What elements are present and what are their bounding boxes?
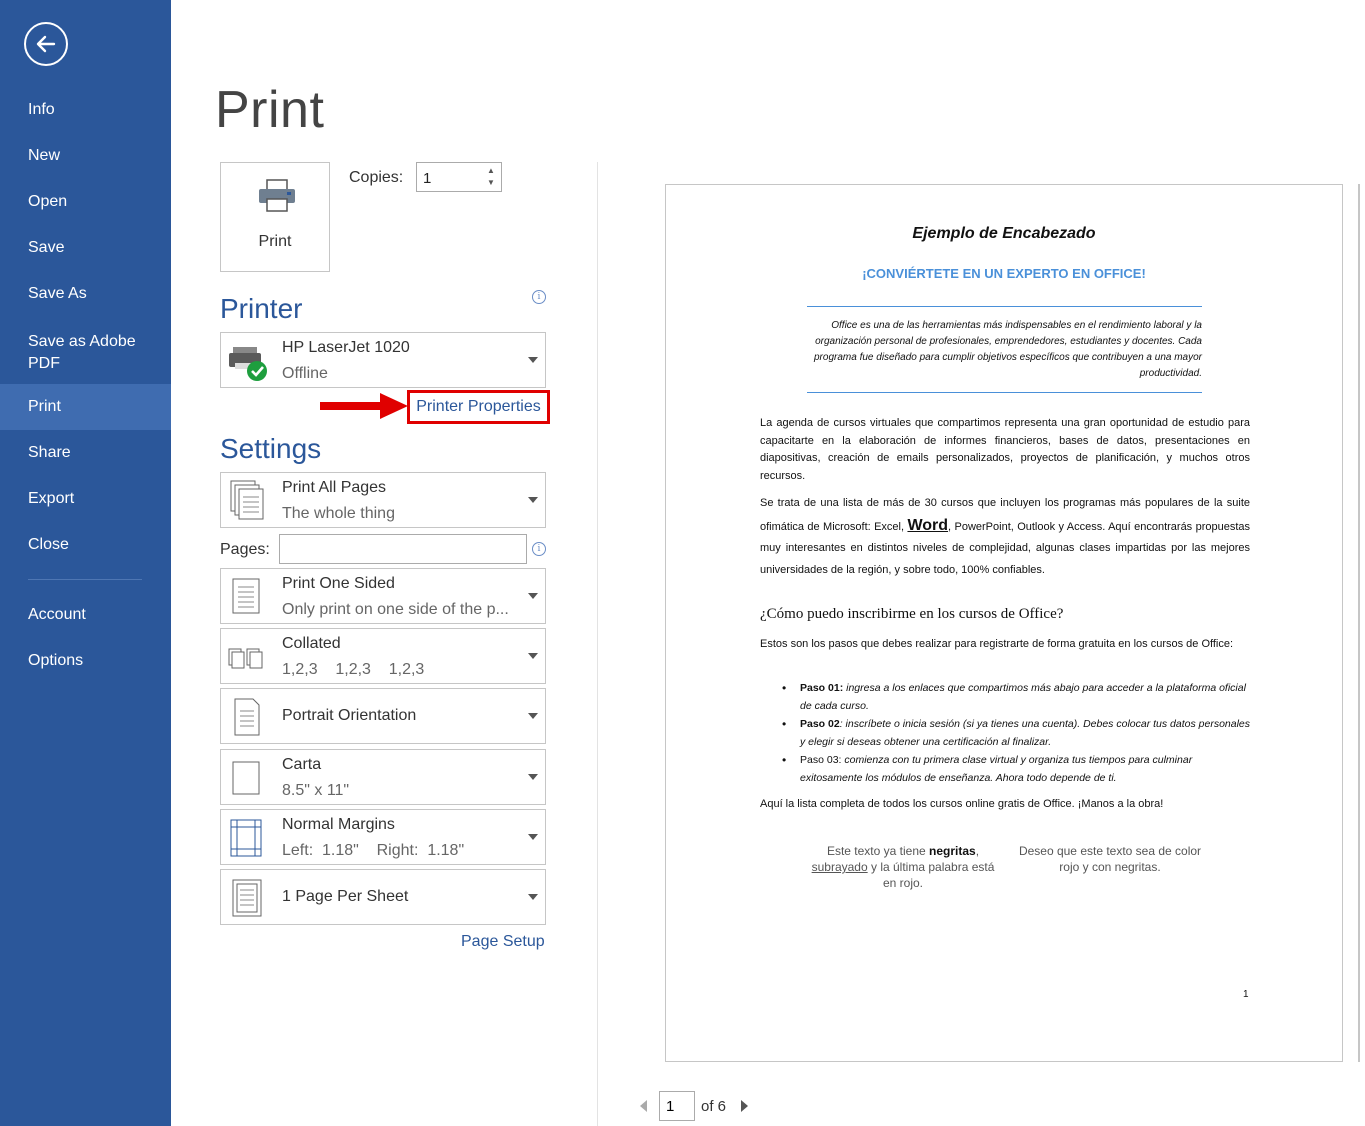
preview-closing: Aquí la lista completa de todos los curs…: [760, 798, 1164, 810]
preview-paragraph-1: La agenda de cursos virtuales que compar…: [760, 417, 1250, 482]
portrait-page-icon: [234, 698, 260, 736]
page-number-input[interactable]: [659, 1091, 695, 1121]
margins-dropdown[interactable]: Normal Margins Left: 1.18" Right: 1.18": [220, 809, 546, 865]
back-arrow-icon: [36, 35, 56, 53]
preview-heading: Ejemplo de Encabezado: [912, 225, 1096, 242]
nav-close[interactable]: Close: [0, 522, 171, 568]
copies-input[interactable]: [417, 163, 489, 193]
printer-status: Offline: [282, 365, 328, 382]
preview-subheading: ¡CONVIÉRTETE EN UN EXPERTO EN OFFICE!: [862, 266, 1146, 281]
nav-divider: [28, 579, 142, 580]
page-title: Print: [215, 81, 325, 139]
nav-open[interactable]: Open: [0, 179, 171, 225]
margins-icon: [230, 819, 262, 857]
spin-up-icon[interactable]: ▲: [485, 165, 497, 177]
collation-sub: 1,2,3 1,2,3 1,2,3: [282, 661, 425, 678]
paper-size-sub: 8.5" x 11": [282, 782, 350, 799]
list-item: Paso 03: comienza con tu primera clase v…: [782, 751, 1250, 787]
pages-label: Pages:: [220, 541, 270, 558]
print-range-main: Print All Pages: [282, 479, 387, 496]
nav-save-as-adobe-pdf[interactable]: Save as Adobe PDF: [0, 323, 171, 383]
previous-page-icon[interactable]: [640, 1100, 647, 1112]
orientation-main: Portrait Orientation: [282, 707, 417, 724]
pages-stack-icon: [230, 480, 264, 520]
nav-export[interactable]: Export: [0, 476, 171, 522]
preview-column-2: Deseo que este texto sea de color rojo y…: [1018, 844, 1202, 874]
margins-sub: Left: 1.18" Right: 1.18": [282, 842, 465, 859]
pages-input[interactable]: [279, 534, 527, 564]
one-sided-page-icon: [232, 578, 260, 614]
nav-account[interactable]: Account: [0, 592, 171, 638]
print-preview-page: Ejemplo de Encabezado ¡CONVIÉRTETE EN UN…: [665, 184, 1343, 1062]
orientation-dropdown[interactable]: Portrait Orientation: [220, 688, 546, 744]
red-arrow-annotation: [320, 393, 408, 419]
chevron-down-icon: [528, 894, 538, 900]
printer-dropdown[interactable]: HP LaserJet 1020 Offline: [220, 332, 546, 388]
nav-info[interactable]: Info: [0, 87, 171, 133]
preview-rule-bottom: [807, 392, 1202, 393]
back-button[interactable]: [24, 22, 68, 66]
nav-new[interactable]: New: [0, 133, 171, 179]
pages-per-sheet-dropdown[interactable]: 1 Page Per Sheet: [220, 869, 546, 925]
preview-page-number: 1: [1243, 989, 1249, 1000]
nav-print[interactable]: Print: [0, 384, 171, 430]
list-item: Paso 01: ingresa a los enlaces que compa…: [782, 679, 1250, 715]
pages-per-sheet-main: 1 Page Per Sheet: [282, 888, 409, 905]
chevron-down-icon: [528, 653, 538, 659]
panel-divider: [597, 162, 598, 1126]
collation-dropdown[interactable]: Collated 1,2,3 1,2,3 1,2,3: [220, 628, 546, 684]
nav-options[interactable]: Options: [0, 638, 171, 684]
pages-info-icon[interactable]: i: [532, 542, 546, 556]
paper-size-main: Carta: [282, 756, 322, 773]
margins-main: Normal Margins: [282, 816, 395, 833]
chevron-down-icon: [528, 497, 538, 503]
chevron-down-icon: [528, 774, 538, 780]
copies-spin[interactable]: ▲ ▼: [485, 165, 497, 189]
sides-sub: Only print on one side of the p...: [282, 601, 509, 618]
print-range-dropdown[interactable]: Print All Pages The whole thing: [220, 472, 546, 528]
preview-question-heading: ¿Cómo puedo inscribirme en los cursos de…: [760, 606, 1064, 622]
nav-share[interactable]: Share: [0, 430, 171, 476]
preview-steps-intro: Estos son los pasos que debes realizar p…: [760, 638, 1234, 650]
preview-paragraph-2: Se trata de una lista de más de 30 curso…: [760, 493, 1250, 581]
nav-save[interactable]: Save: [0, 225, 171, 271]
chevron-down-icon: [528, 357, 538, 363]
sides-main: Print One Sided: [282, 575, 395, 592]
list-item: Paso 02: inscríbete o inicia sesión (si …: [782, 715, 1250, 751]
page-setup-link[interactable]: Page Setup: [461, 933, 545, 951]
paper-size-dropdown[interactable]: Carta 8.5" x 11": [220, 749, 546, 805]
printer-name: HP LaserJet 1020: [282, 339, 410, 356]
printer-section-title: Printer: [220, 293, 303, 324]
copies-stepper[interactable]: ▲ ▼: [416, 162, 502, 193]
nav-save-as[interactable]: Save As: [0, 271, 171, 317]
print-button[interactable]: Print: [220, 162, 330, 272]
print-range-sub: The whole thing: [282, 505, 395, 522]
next-page-icon[interactable]: [741, 1100, 748, 1112]
preview-steps-list: Paso 01: ingresa a los enlaces que compa…: [782, 679, 1250, 787]
printer-properties-link[interactable]: Printer Properties: [407, 390, 550, 424]
printer-icon: [259, 179, 295, 212]
copies-label: Copies:: [349, 169, 404, 186]
page-count: of 6: [701, 1098, 727, 1115]
chevron-down-icon: [528, 834, 538, 840]
collation-main: Collated: [282, 635, 341, 652]
backstage-nav: Info New Open Save Save As Save as Adobe…: [0, 0, 171, 1126]
printer-status-icon: [229, 347, 267, 381]
paper-size-icon: [232, 761, 260, 795]
preview-word-bold: Word: [907, 516, 949, 534]
chevron-down-icon: [528, 713, 538, 719]
spin-down-icon[interactable]: ▼: [485, 177, 497, 189]
preview-quote: Office es una de las herramientas más in…: [814, 320, 1202, 379]
chevron-down-icon: [528, 593, 538, 599]
sides-dropdown[interactable]: Print One Sided Only print on one side o…: [220, 568, 546, 624]
preview-column-1: Este texto ya tiene negritas, subrayado y…: [811, 844, 995, 890]
next-page-edge: [1358, 184, 1360, 1062]
collated-pages-icon: [228, 648, 263, 669]
settings-section-title: Settings: [220, 433, 322, 464]
print-button-label: Print: [258, 233, 292, 250]
preview-rule-top: [807, 306, 1202, 307]
page-per-sheet-icon: [232, 879, 262, 917]
printer-info-icon[interactable]: i: [532, 290, 546, 304]
